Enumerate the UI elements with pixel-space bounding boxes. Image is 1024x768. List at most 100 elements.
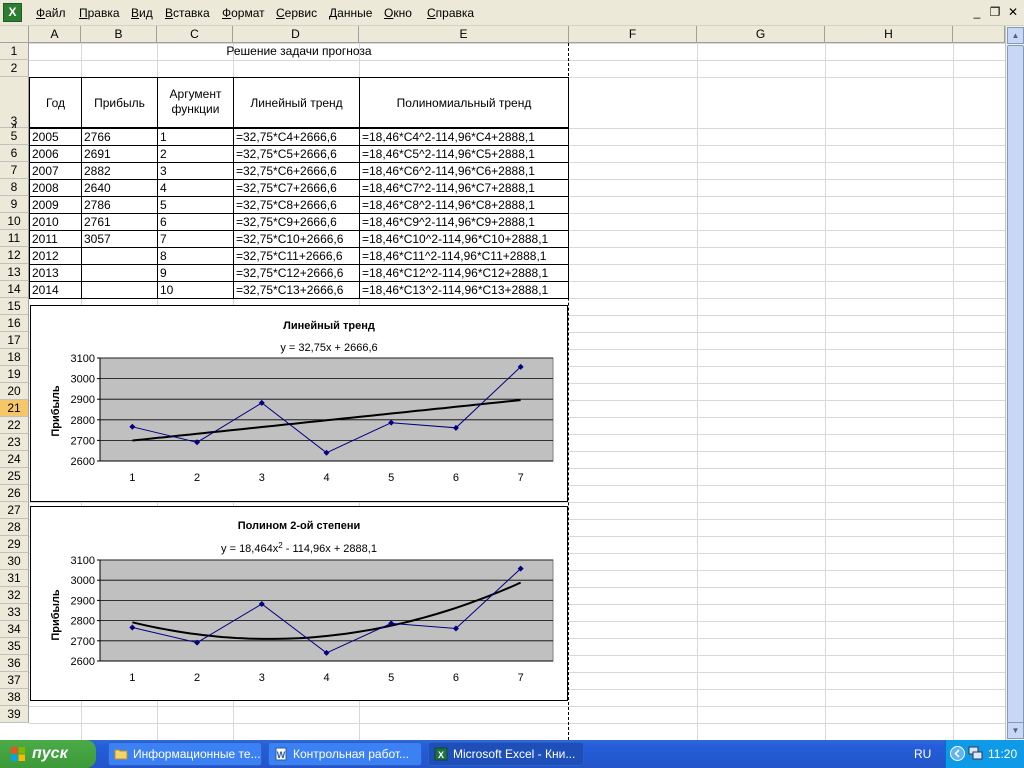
row-header-33[interactable]: 33: [0, 604, 29, 621]
column-header-e[interactable]: E: [359, 26, 569, 42]
cell-arg[interactable]: 3: [157, 162, 234, 180]
row-header-35[interactable]: 35: [0, 638, 29, 655]
cell-year[interactable]: 2014: [29, 281, 82, 299]
cell-poly[interactable]: =18,46*C5^2-114,96*C5+2888,1: [359, 145, 569, 163]
row-header-5[interactable]: 5: [0, 128, 29, 145]
menu-help[interactable]: Справка: [427, 6, 474, 20]
sheet-title[interactable]: Решение задачи прогноза: [29, 43, 569, 60]
row-header-10[interactable]: 10: [0, 213, 29, 230]
cell-profit[interactable]: 3057: [81, 230, 158, 248]
language-indicator[interactable]: RU: [914, 747, 931, 761]
row-header-20[interactable]: 20: [0, 383, 29, 400]
task-excel[interactable]: X Microsoft Excel - Кни...: [428, 742, 584, 766]
row-header-39[interactable]: 39: [0, 706, 29, 723]
cell-year[interactable]: 2011: [29, 230, 82, 248]
cell-arg[interactable]: 10: [157, 281, 234, 299]
row-header-25[interactable]: 25: [0, 468, 29, 485]
row-header-12[interactable]: 12: [0, 247, 29, 264]
cell-poly[interactable]: =18,46*C8^2-114,96*C8+2888,1: [359, 196, 569, 214]
cell-lin[interactable]: =32,75*C9+2666,6: [233, 213, 360, 231]
cell-profit[interactable]: 2691: [81, 145, 158, 163]
menu-view[interactable]: Вид: [131, 6, 153, 20]
cell-poly[interactable]: =18,46*C7^2-114,96*C7+2888,1: [359, 179, 569, 197]
cell-poly[interactable]: =18,46*C12^2-114,96*C12+2888,1: [359, 264, 569, 282]
cell-lin[interactable]: =32,75*C4+2666,6: [233, 128, 360, 146]
cell-lin[interactable]: =32,75*C8+2666,6: [233, 196, 360, 214]
cell-profit[interactable]: [81, 247, 158, 265]
restore-icon[interactable]: ❐: [988, 5, 1002, 19]
cell-arg[interactable]: 6: [157, 213, 234, 231]
column-header-b[interactable]: B: [81, 26, 157, 42]
row-header-16[interactable]: 16: [0, 315, 29, 332]
row-header-19[interactable]: 19: [0, 366, 29, 383]
row-header-29[interactable]: 29: [0, 536, 29, 553]
excel-app-icon[interactable]: X: [3, 3, 22, 22]
cell-lin[interactable]: =32,75*C7+2666,6: [233, 179, 360, 197]
row-header-6[interactable]: 6: [0, 145, 29, 162]
cell-profit[interactable]: 2640: [81, 179, 158, 197]
cell-profit[interactable]: 2786: [81, 196, 158, 214]
cell-year[interactable]: 2012: [29, 247, 82, 265]
select-all-corner[interactable]: [0, 26, 29, 42]
menu-data[interactable]: Данные: [329, 6, 372, 20]
row-header-32[interactable]: 32: [0, 587, 29, 604]
column-header-g[interactable]: G: [697, 26, 825, 42]
cell-profit[interactable]: 2766: [81, 128, 158, 146]
menu-format[interactable]: Формат: [222, 6, 265, 20]
row-header-37[interactable]: 37: [0, 672, 29, 689]
cell-arg[interactable]: 5: [157, 196, 234, 214]
minimize-icon[interactable]: _: [970, 5, 984, 19]
cell-profit[interactable]: 2761: [81, 213, 158, 231]
cell-lin[interactable]: =32,75*C10+2666,6: [233, 230, 360, 248]
header-linear-trend[interactable]: Линейный тренд: [233, 77, 360, 128]
row-header-24[interactable]: 24: [0, 451, 29, 468]
row-header-8[interactable]: 8: [0, 179, 29, 196]
row-header-38[interactable]: 38: [0, 689, 29, 706]
cell-lin[interactable]: =32,75*C11+2666,6: [233, 247, 360, 265]
cell-year[interactable]: 2009: [29, 196, 82, 214]
cell-lin[interactable]: =32,75*C12+2666,6: [233, 264, 360, 282]
column-header-f[interactable]: F: [569, 26, 697, 42]
row-header-26[interactable]: 26: [0, 485, 29, 502]
row-header-36[interactable]: 36: [0, 655, 29, 672]
cell-poly[interactable]: =18,46*C4^2-114,96*C4+2888,1: [359, 128, 569, 146]
row-header-23[interactable]: 23: [0, 434, 29, 451]
column-header-a[interactable]: A: [29, 26, 81, 42]
start-button[interactable]: пуск: [0, 740, 96, 768]
row-header-15[interactable]: 15: [0, 298, 29, 315]
row-header-22[interactable]: 22: [0, 417, 29, 434]
cell-year[interactable]: 2008: [29, 179, 82, 197]
header-poly-trend[interactable]: Полиномиальный тренд: [359, 77, 569, 128]
cell-arg[interactable]: 7: [157, 230, 234, 248]
row-header-27[interactable]: 27: [0, 502, 29, 519]
cell-arg[interactable]: 8: [157, 247, 234, 265]
row-header-14[interactable]: 14: [0, 281, 29, 298]
row-header-13[interactable]: 13: [0, 264, 29, 281]
cell-poly[interactable]: =18,46*C9^2-114,96*C9+2888,1: [359, 213, 569, 231]
menu-tools[interactable]: Сервис: [276, 6, 317, 20]
cell-poly[interactable]: =18,46*C13^2-114,96*C13+2888,1: [359, 281, 569, 299]
row-header-9[interactable]: 9: [0, 196, 29, 213]
cell-lin[interactable]: =32,75*C13+2666,6: [233, 281, 360, 299]
close-icon[interactable]: ✕: [1006, 5, 1020, 19]
row-header-21[interactable]: 21: [0, 400, 29, 417]
scroll-down-icon[interactable]: ▼: [1007, 722, 1024, 739]
vertical-scrollbar[interactable]: ▲ ▼: [1005, 26, 1024, 740]
cell-lin[interactable]: =32,75*C6+2666,6: [233, 162, 360, 180]
row-header-18[interactable]: 18: [0, 349, 29, 366]
menu-window[interactable]: Окно: [384, 6, 412, 20]
cell-arg[interactable]: 4: [157, 179, 234, 197]
task-folder[interactable]: Информационные те...: [108, 742, 262, 766]
cell-poly[interactable]: =18,46*C11^2-114,96*C11+2888,1: [359, 247, 569, 265]
cell-arg[interactable]: 2: [157, 145, 234, 163]
row-header-28[interactable]: 28: [0, 519, 29, 536]
menu-insert[interactable]: Вставка: [165, 6, 210, 20]
cell-year[interactable]: 2005: [29, 128, 82, 146]
menu-file[interactable]: Файл: [36, 6, 66, 20]
column-header-c[interactable]: C: [157, 26, 233, 42]
header-year[interactable]: Год: [29, 77, 82, 128]
header-argument[interactable]: Аргумент функции: [157, 77, 234, 128]
cell-poly[interactable]: =18,46*C10^2-114,96*C10+2888,1: [359, 230, 569, 248]
chart-poly-trend[interactable]: Полином 2-ой степени y = 18,464x2 - 114,…: [30, 506, 568, 701]
scroll-thumb[interactable]: [1007, 45, 1024, 725]
